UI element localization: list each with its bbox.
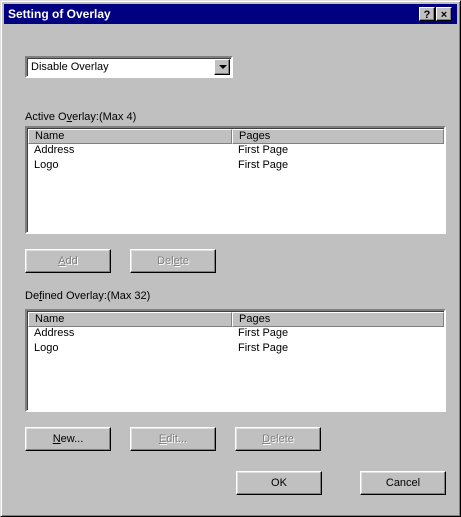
defined-delete-button[interactable]: Delete [235,427,321,451]
column-header-name[interactable]: Name [28,129,232,144]
overlay-mode-value: Disable Overlay [31,61,109,73]
defined-overlay-label: Defined Overlay:(Max 32) [25,290,151,302]
list-item[interactable]: Address First Page [28,327,443,342]
window-title: Setting of Overlay [8,7,111,21]
active-overlay-list-header: Name Pages [28,129,444,144]
list-item[interactable]: Address First Page [28,144,443,159]
overlay-pages: First Page [238,327,289,339]
ok-button[interactable]: OK [236,471,322,495]
overlay-pages: First Page [238,342,289,354]
help-button[interactable]: ? [419,7,435,21]
column-header-name[interactable]: Name [28,312,232,327]
column-header-pages[interactable]: Pages [232,312,444,327]
title-bar[interactable]: Setting of Overlay ? × [4,4,457,24]
overlay-mode-select[interactable]: Disable Overlay [25,56,233,78]
overlay-name: Logo [34,159,59,171]
column-header-pages[interactable]: Pages [232,129,444,144]
active-delete-button[interactable]: Delete [130,249,216,273]
overlay-name: Address [34,327,75,339]
active-overlay-label: Active Overlay:(Max 4) [25,111,137,123]
defined-overlay-list-header: Name Pages [28,312,444,327]
active-overlay-list[interactable]: Name Pages Address First Page Logo First… [25,126,446,234]
overlay-pages: First Page [238,144,289,156]
chevron-down-icon[interactable] [214,59,230,75]
overlay-name: Address [34,144,75,156]
cancel-button[interactable]: Cancel [360,471,446,495]
defined-overlay-list[interactable]: Name Pages Address First Page Logo First… [25,309,446,412]
list-item[interactable]: Logo First Page [28,342,443,357]
close-button[interactable]: × [436,7,452,21]
dialog-window: Setting of Overlay ? × Disable Overlay A… [0,0,461,517]
overlay-name: Logo [34,342,59,354]
overlay-pages: First Page [238,159,289,171]
new-button[interactable]: New... [25,427,111,451]
add-button[interactable]: Add [25,249,111,273]
list-item[interactable]: Logo First Page [28,159,443,174]
edit-button[interactable]: Edit... [130,427,216,451]
